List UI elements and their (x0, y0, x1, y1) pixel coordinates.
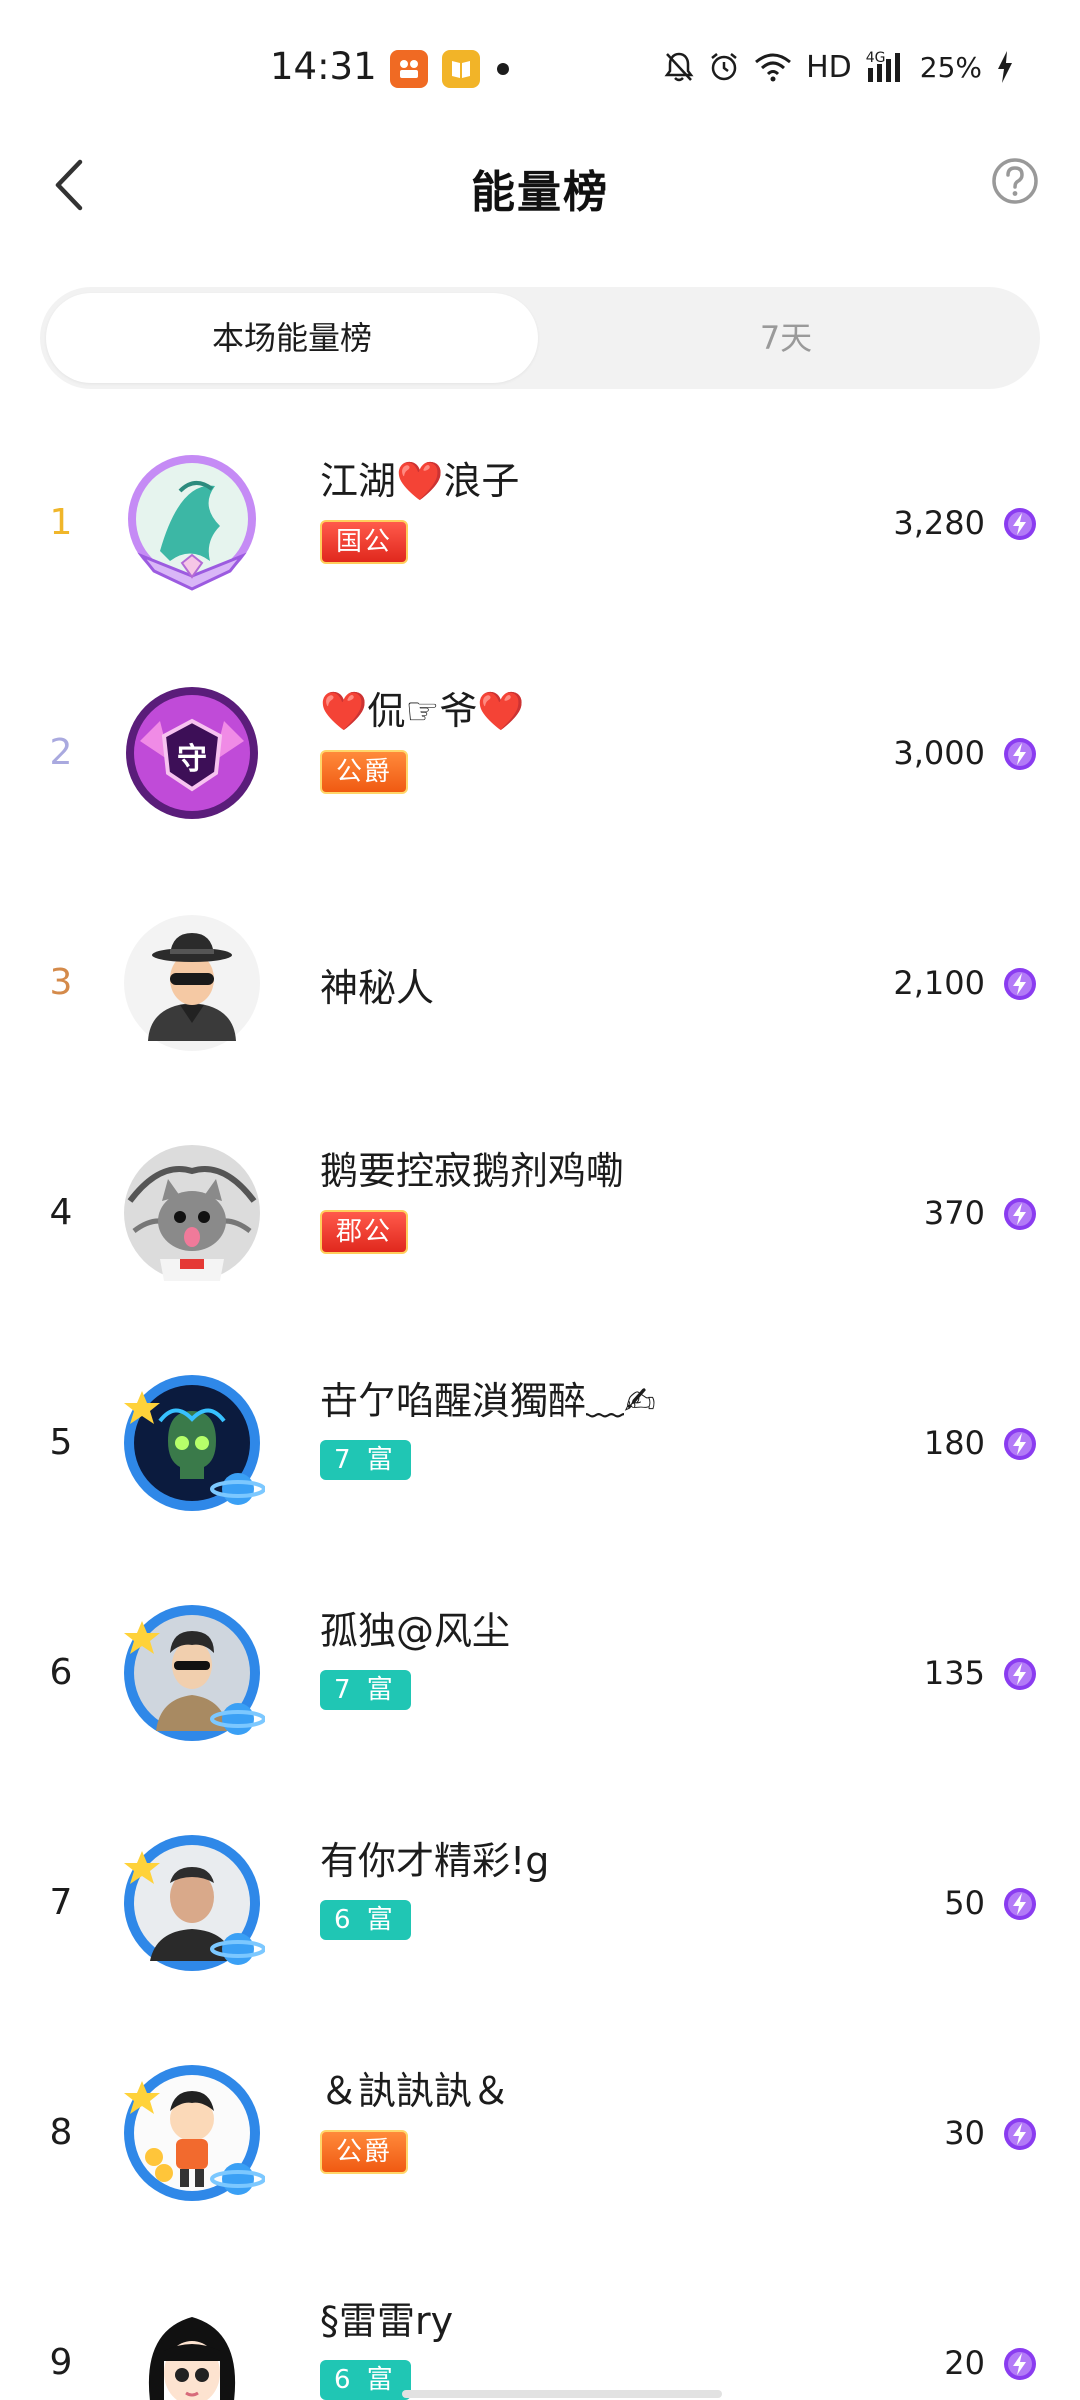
user-name: 江湖❤️浪子 (320, 459, 520, 503)
top-bar: 能量榜 (0, 120, 1080, 250)
ranking-row[interactable]: 6 孤独@风尘 7 富 135 (0, 1558, 1080, 1788)
orange-app-icon (390, 50, 428, 88)
energy-score: 135 (923, 1654, 985, 1692)
rank-number: 2 (49, 732, 73, 773)
avatar[interactable] (120, 2291, 265, 2400)
energy-ranking-screen: 14:31 HD 4G 25% 能量榜 本场能量榜 7天 1 江湖❤️浪子 国公… (0, 0, 1080, 2400)
ranking-row[interactable]: 7 有你才精彩!g 6 富 50 (0, 1788, 1080, 2018)
avatar[interactable] (120, 1371, 265, 1516)
notification-dot (497, 63, 509, 75)
energy-score: 3,000 (893, 734, 985, 772)
noble-badge: 公爵 (320, 750, 409, 794)
charging-bolt-icon (998, 51, 1012, 83)
noble-badge: 郡公 (320, 1210, 409, 1254)
wealth-level-badge: 6 富 (320, 1900, 411, 1940)
avatar[interactable] (120, 451, 265, 596)
page-title: 能量榜 (471, 167, 609, 218)
user-name: 有你才精彩!g (320, 1839, 550, 1883)
ranking-list: 1 江湖❤️浪子 国公 3,280 2 守 ❤️侃☞爷❤️ 公爵 3,000 3… (0, 408, 1080, 2400)
help-button[interactable] (990, 156, 1040, 206)
energy-score: 2,100 (893, 964, 985, 1002)
energy-score: 50 (944, 1884, 985, 1922)
energy-bolt-icon (1004, 738, 1036, 770)
rank-number: 4 (49, 1192, 73, 1233)
energy-score: 30 (944, 2114, 985, 2152)
tab-7-days[interactable]: 7天 (538, 293, 1034, 383)
rank-number: 1 (49, 502, 73, 543)
user-name: 神秘人 (320, 966, 435, 1010)
battery-percent: 25% (919, 50, 982, 84)
noble-badge: 公爵 (320, 2130, 409, 2174)
avatar[interactable] (120, 1141, 265, 1286)
bell-off-icon (664, 52, 694, 82)
ranking-row[interactable]: 5 卋亇啗醒溑獨醉﹏✍ 7 富 180 (0, 1328, 1080, 1558)
user-name: ＆訙訙訙＆ (320, 2069, 511, 2113)
user-name: ❤️侃☞爷❤️ (320, 689, 525, 733)
user-name: 鹅要控寂鹅剂鸡嘞 (320, 1149, 625, 1193)
ranking-row[interactable]: 3 神秘人 2,100 (0, 868, 1080, 1098)
rank-number: 9 (49, 2342, 73, 2383)
user-name: 卋亇啗醒溑獨醉﹏✍ (320, 1379, 656, 1423)
rank-number: 7 (49, 1882, 73, 1923)
energy-bolt-icon (1004, 968, 1036, 1000)
avatar[interactable] (120, 2061, 265, 2206)
energy-score: 3,280 (893, 504, 985, 542)
avatar[interactable] (120, 1831, 265, 1976)
ranking-row[interactable]: 9 §雷雷ry 6 富 20 (0, 2248, 1080, 2400)
rank-number: 3 (49, 962, 73, 1003)
wealth-level-badge: 7 富 (320, 1440, 411, 1480)
tab-current-session[interactable]: 本场能量榜 (46, 293, 538, 383)
question-circle-icon (992, 158, 1038, 204)
noble-badge: 国公 (320, 520, 409, 564)
alarm-icon (711, 53, 737, 81)
energy-score: 370 (923, 1194, 985, 1232)
wealth-level-badge: 6 富 (320, 2360, 411, 2400)
hd-indicator: HD (806, 49, 852, 85)
svg-text:守: 守 (177, 742, 207, 777)
status-time: 14:31 (270, 45, 377, 88)
avatar[interactable] (120, 911, 265, 1056)
rank-number: 8 (49, 2112, 73, 2153)
cell-signal-icon: 4G (866, 50, 906, 84)
network-type-label: 4G (865, 50, 886, 66)
user-name: 孤独@风尘 (320, 1609, 511, 1653)
wifi-icon (755, 53, 792, 82)
energy-bolt-icon (1004, 1888, 1036, 1920)
home-indicator[interactable] (402, 2390, 722, 2398)
energy-bolt-icon (1004, 1198, 1036, 1230)
rank-number: 6 (49, 1652, 73, 1693)
ranking-tabs: 本场能量榜 7天 (40, 287, 1040, 389)
energy-score: 180 (923, 1424, 985, 1462)
user-name: §雷雷ry (320, 2299, 454, 2343)
ranking-row[interactable]: 4 鹅要控寂鹅剂鸡嘞 郡公 370 (0, 1098, 1080, 1328)
energy-bolt-icon (1004, 2348, 1036, 2380)
status-bar: 14:31 HD 4G 25% (0, 0, 1080, 120)
rank-number: 5 (49, 1422, 73, 1463)
avatar[interactable]: 守 (120, 681, 265, 826)
energy-score: 20 (944, 2344, 985, 2382)
ranking-row[interactable]: 2 守 ❤️侃☞爷❤️ 公爵 3,000 (0, 638, 1080, 868)
energy-bolt-icon (1004, 508, 1036, 540)
ranking-row[interactable]: 8 ＆訙訙訙＆ 公爵 30 (0, 2018, 1080, 2248)
yellow-book-icon (442, 50, 480, 88)
energy-bolt-icon (1004, 1658, 1036, 1690)
status-indicators: HD 4G 25% (664, 47, 1014, 87)
energy-bolt-icon (1004, 1428, 1036, 1460)
avatar[interactable] (120, 1601, 265, 1746)
energy-bolt-icon (1004, 2118, 1036, 2150)
ranking-row[interactable]: 1 江湖❤️浪子 国公 3,280 (0, 408, 1080, 638)
wealth-level-badge: 7 富 (320, 1670, 411, 1710)
